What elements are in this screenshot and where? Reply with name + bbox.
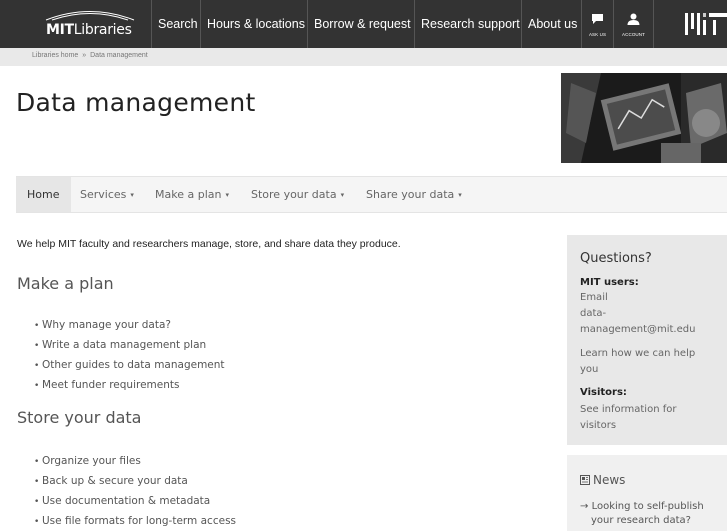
make-a-plan-list: • Why manage your data? • Write a data man… <box>34 315 225 395</box>
tab-make-a-plan[interactable]: Make a plan ▾ <box>146 177 238 212</box>
top-navigation-bar: MITLibraries Search Hours & locations Bo… <box>0 0 727 48</box>
bullet-icon: • <box>34 457 40 467</box>
email-link-line2[interactable]: management@mit.edu <box>580 323 695 337</box>
tab-store-your-data[interactable]: Store your data ▾ <box>242 177 353 212</box>
nav-about-us[interactable]: About us <box>521 0 581 48</box>
bullet-icon: • <box>34 477 40 487</box>
ask-us-button[interactable]: ASK US <box>581 0 613 48</box>
nav-search[interactable]: Search <box>151 0 200 48</box>
learn-how-link-line2[interactable]: you <box>580 363 598 377</box>
tab-home[interactable]: Home <box>16 177 71 212</box>
news-item-line2: your research data? <box>591 515 691 526</box>
intro-text: We help MIT faculty and researchers mana… <box>17 238 401 250</box>
visitors-link-line1[interactable]: See information for <box>580 403 676 417</box>
account-button[interactable]: ACCOUNT <box>613 0 653 48</box>
mit-libraries-logo[interactable]: MITLibraries <box>32 0 150 48</box>
link-funder-requirements[interactable]: Meet funder requirements <box>42 379 179 391</box>
chevron-down-icon: ▾ <box>225 191 229 199</box>
list-item[interactable]: • Back up & secure your data <box>34 471 236 491</box>
hero-photo-illustration <box>561 73 727 163</box>
breadcrumb-bar: Libraries home » Data management <box>0 48 727 66</box>
tab-share-your-data[interactable]: Share your data ▾ <box>357 177 471 212</box>
tab-home-label: Home <box>27 188 60 201</box>
logo-text: MITLibraries <box>46 22 132 38</box>
store-your-data-list: • Organize your files • Back up & secure y… <box>34 451 236 531</box>
mit-mark-icon <box>685 13 727 35</box>
nav-research-support[interactable]: Research support <box>414 0 521 48</box>
bullet-icon: • <box>34 517 40 527</box>
link-other-guides[interactable]: Other guides to data management <box>42 359 225 371</box>
link-file-formats[interactable]: Use file formats for long-term access <box>42 515 236 527</box>
news-title-text: News <box>593 473 626 487</box>
breadcrumb-separator: » <box>82 52 87 59</box>
tab-share-your-data-label: Share your data <box>366 188 455 201</box>
mit-users-label: MIT users: <box>580 277 639 288</box>
nav-borrow-request[interactable]: Borrow & request <box>307 0 414 48</box>
list-item[interactable]: • Use file formats for long-term access <box>34 511 236 531</box>
link-organize-files[interactable]: Organize your files <box>42 455 141 467</box>
link-why-manage-data[interactable]: Why manage your data? <box>42 319 171 331</box>
page-title: Data management <box>16 88 256 117</box>
arrow-right-icon: → <box>580 501 589 512</box>
bullet-icon: • <box>34 381 40 391</box>
link-write-dmp[interactable]: Write a data management plan <box>42 339 206 351</box>
section-navigation: Home Services ▾ Make a plan ▾ Store your d… <box>16 176 727 213</box>
visitors-link-line2[interactable]: visitors <box>580 419 616 433</box>
news-sidebar: News → Looking to self-publish your rese… <box>567 455 727 531</box>
account-label: ACCOUNT <box>622 32 645 37</box>
chevron-down-icon: ▾ <box>340 191 345 199</box>
list-item[interactable]: • Meet funder requirements <box>34 375 225 395</box>
breadcrumb-current: Data management <box>90 52 148 59</box>
tab-store-your-data-label: Store your data <box>251 188 337 201</box>
learn-how-link-line1[interactable]: Learn how we can help <box>580 347 695 361</box>
bullet-icon: • <box>34 321 40 331</box>
breadcrumb: Libraries home » Data management <box>32 52 148 59</box>
logo-arch-icon <box>45 11 135 21</box>
email-link-line1[interactable]: data- <box>580 307 606 321</box>
news-item-line1: Looking to self-publish <box>591 501 704 512</box>
bullet-icon: • <box>34 497 40 507</box>
section-heading-store-your-data: Store your data <box>17 408 142 427</box>
tab-services[interactable]: Services ▾ <box>71 177 143 212</box>
link-documentation-metadata[interactable]: Use documentation & metadata <box>42 495 210 507</box>
hero-image <box>561 73 727 163</box>
tab-make-a-plan-label: Make a plan <box>155 188 222 201</box>
newspaper-icon <box>580 475 590 485</box>
list-item[interactable]: • Organize your files <box>34 451 236 471</box>
user-icon <box>627 13 640 25</box>
bullet-icon: • <box>34 341 40 351</box>
questions-title: Questions? <box>580 251 652 266</box>
breadcrumb-home-link[interactable]: Libraries home <box>32 52 78 59</box>
list-item[interactable]: • Other guides to data management <box>34 355 225 375</box>
list-item[interactable]: • Use documentation & metadata <box>34 491 236 511</box>
bullet-icon: • <box>34 361 40 371</box>
chevron-down-icon: ▾ <box>130 191 134 199</box>
news-title: News <box>580 473 625 487</box>
mit-logo-link[interactable] <box>653 0 727 48</box>
list-item[interactable]: • Write a data management plan <box>34 335 225 355</box>
chat-bubble-icon <box>592 14 603 24</box>
tab-services-label: Services <box>80 188 127 201</box>
chevron-down-icon: ▾ <box>458 191 462 199</box>
questions-sidebar: Questions? MIT users: Email data- manage… <box>567 235 727 445</box>
list-item[interactable]: • Why manage your data? <box>34 315 225 335</box>
link-back-up-secure[interactable]: Back up & secure your data <box>42 475 188 487</box>
news-item-link[interactable]: → Looking to self-publish your research … <box>580 500 704 528</box>
email-label: Email <box>580 292 608 303</box>
nav-hours-locations[interactable]: Hours & locations <box>200 0 307 48</box>
section-heading-make-a-plan: Make a plan <box>17 274 114 293</box>
visitors-label: Visitors: <box>580 387 627 398</box>
ask-us-label: ASK US <box>588 32 607 37</box>
